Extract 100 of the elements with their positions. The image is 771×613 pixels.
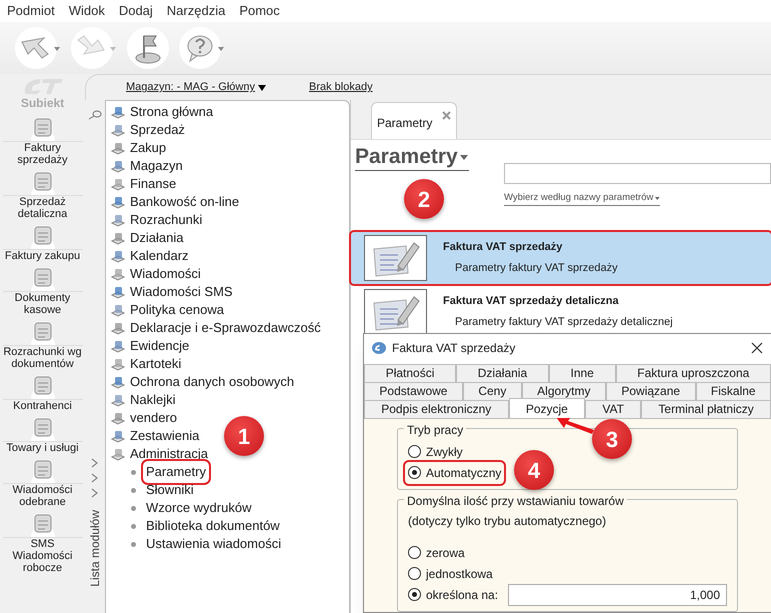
submodule-item[interactable]: Biblioteka dokumentów: [144, 516, 282, 536]
radio-button[interactable]: [408, 466, 421, 479]
module-item[interactable]: Działania: [130, 228, 184, 248]
caret-icon: [655, 196, 660, 201]
dialog-tab[interactable]: Inne: [548, 364, 616, 382]
app-logo-icon: [372, 342, 386, 354]
module-icon: [110, 176, 126, 192]
dialog-tab[interactable]: Terminal płatniczy: [641, 400, 771, 418]
dialog-tab[interactable]: Płatności: [364, 364, 456, 382]
back-arrow-icon[interactable]: [14, 26, 62, 70]
submodule-item[interactable]: Parametry: [144, 462, 208, 482]
module-icon: [110, 158, 126, 174]
module-icon: [110, 320, 126, 336]
module-icon: [110, 104, 126, 120]
radio-label[interactable]: jednostkowa: [426, 564, 493, 582]
dialog-tab[interactable]: Działania: [456, 364, 549, 382]
module-item[interactable]: Ewidencje: [130, 336, 190, 356]
dialog-tab[interactable]: Faktura uproszczona: [616, 364, 771, 382]
shortcut-label[interactable]: Rozrachunki wg dokumentów: [0, 346, 85, 370]
module-item[interactable]: Polityka cenowa: [130, 300, 224, 320]
help-icon[interactable]: [178, 26, 226, 70]
module-item[interactable]: Administracja: [130, 444, 208, 464]
module-item[interactable]: Ochrona danych osobowych: [130, 372, 294, 392]
shortcut-label[interactable]: Faktury sprzedaży: [0, 142, 85, 166]
radio-label[interactable]: Automatyczny: [426, 464, 502, 482]
module-item[interactable]: Zakup: [130, 138, 166, 158]
module-icon: [110, 122, 126, 138]
module-item[interactable]: Naklejki: [130, 390, 176, 410]
module-item[interactable]: Magazyn: [130, 156, 183, 176]
document-edit-icon: [364, 235, 427, 282]
shortcut-label[interactable]: Sprzedaż detaliczna: [0, 196, 85, 220]
shortcut-label[interactable]: Faktury zakupu: [4, 250, 82, 262]
bullet-icon: [131, 542, 136, 546]
warehouse-link[interactable]: Magazyn: - MAG - Główny: [126, 79, 266, 96]
menu-item[interactable]: Widok: [68, 1, 105, 21]
radio-label[interactable]: zerowa: [426, 544, 465, 562]
submodule-item[interactable]: Ustawienia wiadomości: [144, 534, 284, 554]
module-item[interactable]: vendero: [130, 408, 177, 428]
menu-item[interactable]: Dodaj: [118, 1, 153, 21]
dialog-tab[interactable]: Pozycje: [508, 398, 586, 418]
parameter-title: Faktura VAT sprzedaży: [443, 240, 564, 256]
dialog-tab[interactable]: Fiskalne: [696, 382, 771, 400]
strip-label[interactable]: Lista modułów: [86, 510, 104, 587]
parameter-description: Parametry faktury VAT sprzedaży: [454, 260, 618, 276]
warehouse-link-text: Magazyn: - MAG - Główny: [126, 80, 255, 96]
document-tab[interactable]: Parametry: [371, 102, 457, 139]
dialog-tab[interactable]: Powiązane: [606, 382, 696, 400]
menu-item[interactable]: Pomoc: [239, 1, 280, 21]
search-field[interactable]: [504, 163, 771, 184]
module-icon: [110, 446, 126, 462]
module-icon: [110, 302, 126, 318]
radio-label[interactable]: Zwykły: [426, 442, 463, 460]
forward-arrow-icon[interactable]: [70, 26, 118, 70]
quantity-field[interactable]: 1,000: [508, 584, 727, 606]
submodule-item[interactable]: Słowniki: [144, 480, 196, 500]
bullet-icon: [131, 488, 136, 492]
parameter-title: Faktura VAT sprzedaży detaliczna: [443, 294, 620, 310]
module-item[interactable]: Bankowość on-line: [130, 192, 240, 212]
shortcut-label[interactable]: Towary i usługi: [5, 442, 80, 454]
flag-icon[interactable]: [126, 26, 170, 70]
module-item[interactable]: Deklaracje i e-Sprawozdawczość: [130, 318, 321, 338]
module-item[interactable]: Strona główna: [130, 102, 214, 122]
dialog-tab[interactable]: Podpis elektroniczny: [364, 400, 509, 418]
module-icon: [110, 392, 126, 408]
radio-button[interactable]: [408, 445, 421, 458]
menu-item[interactable]: Narzędzia: [166, 1, 226, 21]
module-item[interactable]: Zestawienia: [130, 426, 200, 446]
group-note: (dotyczy tylko trybu automatycznego): [408, 513, 608, 530]
module-item[interactable]: Kartoteki: [130, 354, 182, 374]
module-icon: [110, 194, 126, 210]
parameter-item[interactable]: Faktura VAT sprzedaży Parametry faktury VAT sprzedaży: [351, 232, 771, 284]
module-icon: [110, 410, 126, 426]
menu-item[interactable]: Podmiot: [7, 1, 55, 21]
module-icon: [110, 428, 126, 444]
module-icon: [110, 248, 126, 264]
shortcut-label[interactable]: Kontrahenci: [12, 400, 73, 412]
shortcut-label[interactable]: Dokumenty kasowe: [0, 292, 85, 316]
module-item[interactable]: Wiadomości: [130, 264, 201, 284]
module-item[interactable]: Rozrachunki: [130, 210, 202, 230]
radio-button[interactable]: [408, 567, 421, 580]
caret-icon: [258, 84, 266, 90]
module-item[interactable]: Finanse: [130, 174, 176, 194]
dialog-tab[interactable]: Algorytmy: [522, 382, 606, 400]
shortcut-label[interactable]: Wiadomości odebrane: [0, 484, 85, 508]
module-item[interactable]: Kalendarz: [130, 246, 189, 266]
radio-button[interactable]: [408, 588, 421, 601]
dialog-title: Faktura VAT sprzedaży: [392, 340, 516, 357]
dialog-tab[interactable]: Podstawowe: [364, 382, 463, 400]
module-icon: [110, 338, 126, 354]
module-item[interactable]: Wiadomości SMS: [130, 282, 233, 302]
dialog-tab[interactable]: Ceny: [462, 382, 522, 400]
radio-label[interactable]: określona na:: [426, 586, 498, 604]
close-icon[interactable]: [751, 342, 763, 354]
dialog-tab[interactable]: VAT: [585, 400, 642, 418]
bullet-icon: [131, 524, 136, 528]
lock-link[interactable]: Brak blokady: [308, 79, 373, 96]
radio-button[interactable]: [408, 546, 421, 559]
shortcut-label[interactable]: SMS Wiadomości robocze: [0, 538, 85, 574]
module-item[interactable]: Sprzedaż: [130, 120, 185, 140]
submodule-item[interactable]: Wzorce wydruków: [144, 498, 254, 518]
